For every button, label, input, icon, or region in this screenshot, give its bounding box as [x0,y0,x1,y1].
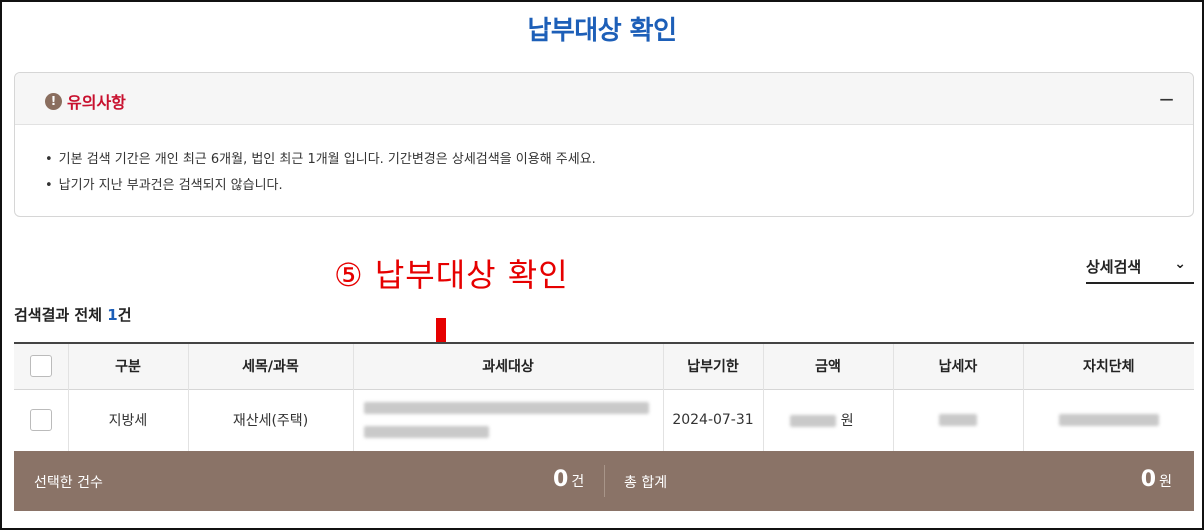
selected-count-value: 0 [553,467,569,492]
row-checkbox[interactable] [29,409,52,432]
column-header: 납세자 [893,343,1024,389]
table-row[interactable]: 지방세 재산세(주택) 2024-07-31 원 [14,389,1194,451]
category-cell: 지방세 [68,389,189,451]
column-header: 금액 [763,343,894,389]
redacted-taxpayer [939,414,977,427]
result-suffix: 건 [117,306,132,324]
result-count: 1 [107,306,118,324]
table-header-row: 구분 세목/과목 과세대상 납부기한 금액 납세자 자치단체 [14,343,1194,389]
column-header: 자치단체 [1082,359,1135,376]
notice-title: 유의사항 [67,93,126,112]
summary-bar: 선택한 건수 0건 총 합계 0원 [14,451,1194,511]
selected-count: 0건 [553,467,584,492]
result-summary: 검색결과 전체 1건 [14,304,132,325]
local-gov-cell [1023,389,1194,451]
redacted-amount [790,415,837,428]
amount-unit: 원 [840,413,854,430]
column-header: 구분 [68,343,189,389]
total-amount-value: 0 [1140,467,1157,492]
detail-search-label: 상세검색 [1086,258,1142,276]
notice-item: 납기가 지난 부과건은 검색되지 않습니다. [45,173,1193,199]
divider [604,465,605,497]
due-date-cell: 2024-07-31 [663,389,764,451]
taxpayer-cell [893,389,1024,451]
tax-item-cell: 재산세(주택) [188,389,354,451]
column-header: 세목/과목 [188,343,354,389]
amount-unit: 원 [1159,474,1172,490]
row-select-cell [14,389,69,451]
amount-cell: 원 [763,389,894,451]
detail-search-dropdown[interactable]: 상세검색 ⌄ [1086,254,1194,284]
redacted-local-gov [1058,414,1159,427]
column-header: 과세대상 [353,343,664,389]
column-header: 납부기한 [663,343,764,389]
notice-header[interactable]: ! 유의사항 − [15,73,1193,125]
target-cell [353,389,664,451]
chevron-down-icon: ⌄ [1174,256,1186,272]
total-amount: 0원 [1141,467,1172,492]
total-label: 총 합계 [624,475,668,491]
select-all-checkbox[interactable] [29,355,52,378]
exclamation-icon: ! [45,93,62,110]
notice-item: 기본 검색 기간은 개인 최근 6개월, 법인 최근 1개월 입니다. 기간변경… [45,147,1193,173]
selected-count-label: 선택한 건수 [34,475,103,491]
notice-panel: ! 유의사항 − 기본 검색 기간은 개인 최근 6개월, 법인 최근 1개월 … [14,72,1194,217]
collapse-icon[interactable]: − [1158,87,1175,111]
redacted-text [363,426,489,439]
annotation-label: ⑤ 납부대상 확인 [334,256,569,294]
page-title: 납부대상 확인 [527,16,677,46]
results-table: 구분 세목/과목 과세대상 납부기한 금액 납세자 자치단체 지방세 재산세(주… [14,342,1194,451]
notice-list: 기본 검색 기간은 개인 최근 6개월, 법인 최근 1개월 입니다. 기간변경… [15,125,1193,199]
count-unit: 건 [571,474,585,490]
result-prefix: 검색결과 전체 [14,306,108,324]
redacted-text [363,402,649,415]
select-all-cell [14,343,69,389]
